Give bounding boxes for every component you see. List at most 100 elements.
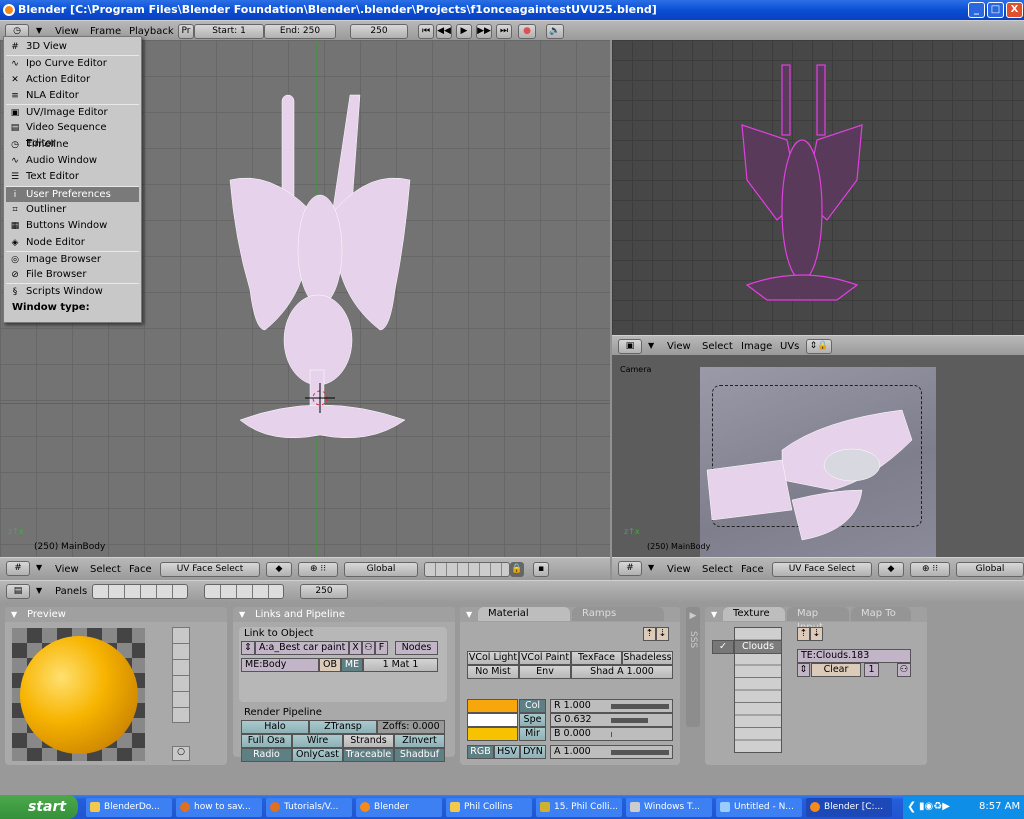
texture-slot-clouds[interactable]: Clouds <box>734 640 782 654</box>
auto-name-button[interactable]: ⚇ <box>362 641 375 655</box>
vcol-paint-button[interactable]: VCol Paint <box>519 651 571 665</box>
material-name-field[interactable]: A:a_Best car paint <box>255 641 349 655</box>
window-type-button[interactable]: ▤ <box>6 584 30 599</box>
menu-item-user-preferences[interactable]: i User Preferences <box>6 185 139 202</box>
mesh-name-field[interactable]: ME:Body <box>241 658 319 672</box>
menu-item-node-editor[interactable]: ◈ Node Editor <box>6 235 139 251</box>
spe-button[interactable]: Spe <box>519 713 546 727</box>
copy-material-button[interactable]: ⇡ <box>643 627 656 641</box>
prev-key-button[interactable]: ◀◀ <box>436 24 452 39</box>
panel-title[interactable]: Links and Pipeline <box>233 607 455 622</box>
current-frame-field[interactable]: 250 <box>350 24 408 39</box>
shad-a-field[interactable]: Shad A 1.000 <box>571 665 673 679</box>
menu-item-text-editor[interactable]: ☰ Text Editor <box>6 169 139 185</box>
window-type-button[interactable]: ▣ <box>618 339 642 354</box>
task-blender-active[interactable]: Blender [C:... <box>806 798 892 817</box>
tray-icons[interactable]: ▮◉♻▶ <box>919 795 950 819</box>
menu-uvs[interactable]: UVs <box>780 341 799 352</box>
copy-texture-button[interactable]: ⇡ <box>797 627 810 641</box>
color-swatch[interactable] <box>467 699 518 713</box>
rgb-button[interactable]: RGB <box>467 745 494 759</box>
mode-select[interactable]: UV Face Select <box>160 562 260 577</box>
texture-enable-checkbox[interactable]: ✓ <box>712 640 734 654</box>
radio-button[interactable]: Radio <box>241 748 292 762</box>
close-button[interactable]: X <box>1006 2 1023 18</box>
fake-user-button[interactable]: F <box>375 641 388 655</box>
collapse-arrow-icon[interactable]: ▼ <box>36 26 42 35</box>
pivot-select[interactable]: ⊕ ⁝⁝ <box>298 562 338 577</box>
panel-title[interactable]: Preview <box>5 607 227 622</box>
ztransp-button[interactable]: ZTransp <box>309 720 377 734</box>
menu-item-file-browser[interactable]: ⊘ File Browser <box>6 267 139 283</box>
audio-scrub-button[interactable]: 🔈 <box>546 24 564 39</box>
shadbuf-button[interactable]: Shadbuf <box>394 748 445 762</box>
camera-viewport[interactable]: Camera (250) MainBody z↑x <box>612 355 1024 557</box>
tab-map-to[interactable]: Map To <box>851 607 911 621</box>
hsv-button[interactable]: HSV <box>494 745 520 759</box>
task-blenderdo[interactable]: BlenderDo... <box>86 798 172 817</box>
specular-swatch[interactable] <box>467 713 518 727</box>
shadeless-button[interactable]: Shadeless <box>622 651 673 665</box>
vcol-light-button[interactable]: VCol Light <box>467 651 519 665</box>
g-slider[interactable]: G 0.632 <box>550 713 673 727</box>
paste-material-button[interactable]: ⇣ <box>656 627 669 641</box>
b-slider[interactable]: B 0.000 <box>550 727 673 741</box>
context-buttons[interactable] <box>92 584 188 599</box>
minimize-button[interactable]: _ <box>968 2 985 18</box>
window-type-button[interactable]: # <box>6 561 30 576</box>
halo-button[interactable]: Halo <box>241 720 309 734</box>
menu-image[interactable]: Image <box>741 341 772 352</box>
me-link-button[interactable]: ME <box>341 658 363 672</box>
record-button[interactable]: ● <box>518 24 536 39</box>
jump-start-button[interactable]: ⏮ <box>418 24 434 39</box>
end-frame-field[interactable]: End: 250 <box>264 24 336 39</box>
lock-layers-button[interactable]: 🔒 <box>510 562 524 577</box>
onlycast-button[interactable]: OnlyCast <box>292 748 343 762</box>
menu-item-audio-window[interactable]: ∿ Audio Window <box>6 153 139 169</box>
material-browse-button[interactable]: ⇕ <box>241 641 255 655</box>
menu-item-timeline[interactable]: ◷ Timeline <box>6 137 139 153</box>
col-button[interactable]: Col <box>519 699 546 713</box>
collapse-arrow-icon[interactable]: ▼ <box>648 341 654 350</box>
task-phil-collins[interactable]: Phil Collins <box>446 798 532 817</box>
menu-item-uv-image-editor[interactable]: ▣ UV/Image Editor <box>6 104 139 120</box>
traceable-button[interactable]: Traceable <box>343 748 394 762</box>
tab-texture[interactable]: Texture <box>723 607 785 621</box>
no-mist-button[interactable]: No Mist <box>467 665 519 679</box>
zoffs-field[interactable]: Zoffs: 0.000 <box>377 720 445 734</box>
menu-select[interactable]: Select <box>702 341 733 352</box>
menu-view[interactable]: View <box>55 564 79 575</box>
maximize-button[interactable]: □ <box>987 2 1004 18</box>
image-browse-lock-button[interactable]: ⇕🔒 <box>806 339 832 354</box>
tray-expand-icon[interactable]: ❮ <box>907 795 916 819</box>
sss-panel-collapsed[interactable]: ▶ SSS <box>686 607 700 727</box>
menu-face[interactable]: Face <box>129 564 152 575</box>
alpha-slider[interactable]: A 1.000 <box>550 745 673 759</box>
wire-button[interactable]: Wire <box>292 734 343 748</box>
mirror-swatch[interactable] <box>467 727 518 741</box>
env-button[interactable]: Env <box>519 665 571 679</box>
zinvert-button[interactable]: ZInvert <box>394 734 445 748</box>
paste-texture-button[interactable]: ⇣ <box>810 627 823 641</box>
start-frame-field[interactable]: Start: 1 <box>194 24 264 39</box>
menu-item-ipo-curve-editor[interactable]: ∿ Ipo Curve Editor <box>6 55 139 71</box>
menu-item-action-editor[interactable]: ✕ Action Editor <box>6 72 139 88</box>
dyn-button[interactable]: DYN <box>520 745 546 759</box>
start-button[interactable]: start <box>0 795 78 819</box>
render-button[interactable]: ▪ <box>533 562 549 577</box>
draw-type-select[interactable]: ◆ <box>878 562 904 577</box>
strands-button[interactable]: Strands <box>343 734 394 748</box>
menu-select[interactable]: Select <box>90 564 121 575</box>
collapse-arrow-icon[interactable]: ▼ <box>648 563 654 572</box>
menu-item-3d-view[interactable]: #3D View <box>6 39 139 55</box>
task-windows-task-manager[interactable]: Windows T... <box>626 798 712 817</box>
layer-buttons[interactable] <box>424 562 510 577</box>
next-key-button[interactable]: ▶▶ <box>476 24 492 39</box>
task-notepad[interactable]: Untitled - N... <box>716 798 802 817</box>
tab-ramps[interactable]: Ramps <box>572 607 664 621</box>
unlink-material-button[interactable]: X <box>349 641 362 655</box>
clear-texture-button[interactable]: Clear <box>811 663 861 677</box>
nodes-button[interactable]: Nodes <box>395 641 438 655</box>
menu-item-buttons-window[interactable]: ▦ Buttons Window <box>6 218 139 234</box>
task-winamp[interactable]: 15. Phil Colli... <box>536 798 622 817</box>
